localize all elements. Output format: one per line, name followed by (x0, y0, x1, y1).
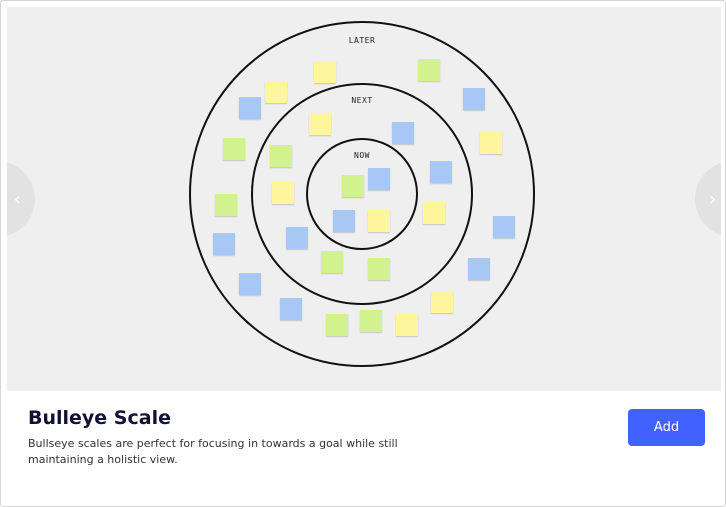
sticky-note (468, 258, 490, 280)
sticky-note (280, 298, 302, 320)
ring-label-later: LATER (348, 36, 376, 45)
sticky-note (368, 210, 390, 232)
sticky-note (326, 314, 348, 336)
sticky-note (286, 227, 308, 249)
bullseye-diagram (189, 21, 535, 367)
template-description: Bullseye scales are perfect for focusing… (28, 437, 398, 466)
sticky-note (392, 122, 414, 144)
chevron-right-icon: › (709, 188, 717, 210)
add-button[interactable]: Add (628, 409, 705, 446)
ring-label-now: NOW (354, 151, 370, 160)
sticky-note (431, 291, 453, 313)
template-preview: LATER NEXT NOW ‹ › (7, 7, 721, 391)
sticky-note (368, 258, 390, 280)
sticky-note (418, 59, 440, 81)
sticky-note (360, 310, 382, 332)
sticky-note (333, 210, 355, 232)
sticky-note (463, 88, 485, 110)
sticky-note (314, 61, 336, 83)
sticky-note (309, 113, 331, 135)
sticky-note (239, 97, 261, 119)
chevron-left-icon: ‹ (13, 188, 21, 210)
sticky-note (423, 202, 445, 224)
sticky-note (321, 251, 343, 273)
sticky-note (213, 233, 235, 255)
sticky-note (215, 194, 237, 216)
sticky-note (493, 216, 515, 238)
ring-label-next: NEXT (351, 96, 373, 105)
template-card: LATER NEXT NOW ‹ › Bulleye Scale Bullsey… (0, 0, 726, 507)
template-title: Bulleye Scale (28, 407, 171, 429)
sticky-note (272, 182, 294, 204)
sticky-note (430, 161, 452, 183)
sticky-note (480, 132, 502, 154)
sticky-note (396, 314, 418, 336)
sticky-note (270, 145, 292, 167)
sticky-note (342, 175, 364, 197)
sticky-note (239, 273, 261, 295)
sticky-note (265, 81, 287, 103)
sticky-note (368, 168, 390, 190)
sticky-note (223, 138, 245, 160)
